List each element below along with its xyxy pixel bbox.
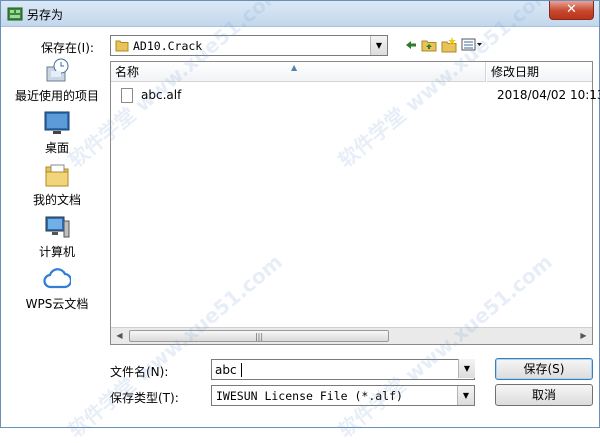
computer-icon <box>45 216 70 238</box>
place-label: 最近使用的项目 <box>14 89 99 103</box>
view-menu-icon[interactable] <box>461 37 483 53</box>
title-bar: 另存为 ✕ <box>1 1 599 27</box>
column-header-name[interactable]: 名称 ▲ <box>111 62 486 82</box>
file-icon <box>121 88 133 103</box>
save-button[interactable]: 保存(S) <box>495 358 593 380</box>
back-arrow-icon[interactable] <box>403 37 419 53</box>
save-in-dropdown-arrow[interactable]: ▼ <box>370 36 387 55</box>
place-label: 我的文档 <box>32 193 81 207</box>
cancel-button[interactable]: 取消 <box>495 384 593 406</box>
place-label: 计算机 <box>38 245 75 259</box>
file-type-combo[interactable]: IWESUN License File (*.alf) ▼ <box>211 385 475 406</box>
save-as-dialog: 另存为 ✕ 保存在(I): AD10.Crack ▼ 最近使用的项目 桌面 我的… <box>0 0 600 442</box>
places-bar: 最近使用的项目 桌面 我的文档 计算机 WPS云文档 <box>9 57 105 337</box>
save-in-combo[interactable]: AD10.Crack ▼ <box>110 35 388 56</box>
file-type-label: 保存类型(T): <box>110 391 179 405</box>
file-list-view[interactable]: 名称 ▲ 修改日期 abc.alf 2018/04/02 10:13 ◀ |||… <box>110 61 600 345</box>
file-date-cell: 2018/04/02 10:13 <box>497 88 600 102</box>
desktop-icon <box>44 111 70 134</box>
save-in-label: 保存在(I): <box>41 41 94 55</box>
close-icon: ✕ <box>566 2 577 17</box>
cloud-icon <box>43 268 71 289</box>
new-folder-icon[interactable] <box>441 37 457 53</box>
scroll-left-icon[interactable]: ◀ <box>111 328 128 344</box>
up-folder-icon[interactable] <box>421 37 437 53</box>
scroll-thumb[interactable]: ||| <box>129 330 389 342</box>
file-name-value: abc <box>215 363 237 377</box>
column-header-modified[interactable]: 修改日期 <box>487 62 592 82</box>
close-button[interactable]: ✕ <box>549 1 594 20</box>
horizontal-scrollbar[interactable]: ◀ ||| ▶ <box>111 327 592 344</box>
table-row[interactable]: abc.alf 2018/04/02 10:13 <box>117 86 600 106</box>
file-name-input[interactable]: abc ▼ <box>211 359 475 380</box>
file-name-cell: abc.alf <box>141 88 182 102</box>
app-icon <box>7 7 23 21</box>
file-name-label: 文件名(N): <box>110 365 169 379</box>
place-documents[interactable]: 我的文档 <box>9 161 105 211</box>
save-in-value: AD10.Crack <box>133 39 203 53</box>
file-type-dropdown-arrow[interactable]: ▼ <box>457 386 474 405</box>
place-computer[interactable]: 计算机 <box>9 213 105 263</box>
recent-items-icon <box>46 58 69 82</box>
file-name-dropdown-arrow[interactable]: ▼ <box>458 359 475 378</box>
file-name-dropdown[interactable]: ▼ <box>457 359 475 380</box>
sort-ascending-icon: ▲ <box>291 63 298 72</box>
window-title: 另存为 <box>27 8 64 22</box>
folder-icon <box>115 40 129 52</box>
file-type-value: IWESUN License File (*.alf) <box>216 389 403 403</box>
place-wps-cloud[interactable]: WPS云文档 <box>9 265 105 315</box>
text-caret <box>241 363 242 377</box>
documents-icon <box>45 164 69 187</box>
place-label: 桌面 <box>44 141 69 155</box>
place-desktop[interactable]: 桌面 <box>9 109 105 159</box>
place-label: WPS云文档 <box>25 297 89 311</box>
scroll-right-icon[interactable]: ▶ <box>575 328 592 344</box>
place-recent-items[interactable]: 最近使用的项目 <box>9 57 105 107</box>
